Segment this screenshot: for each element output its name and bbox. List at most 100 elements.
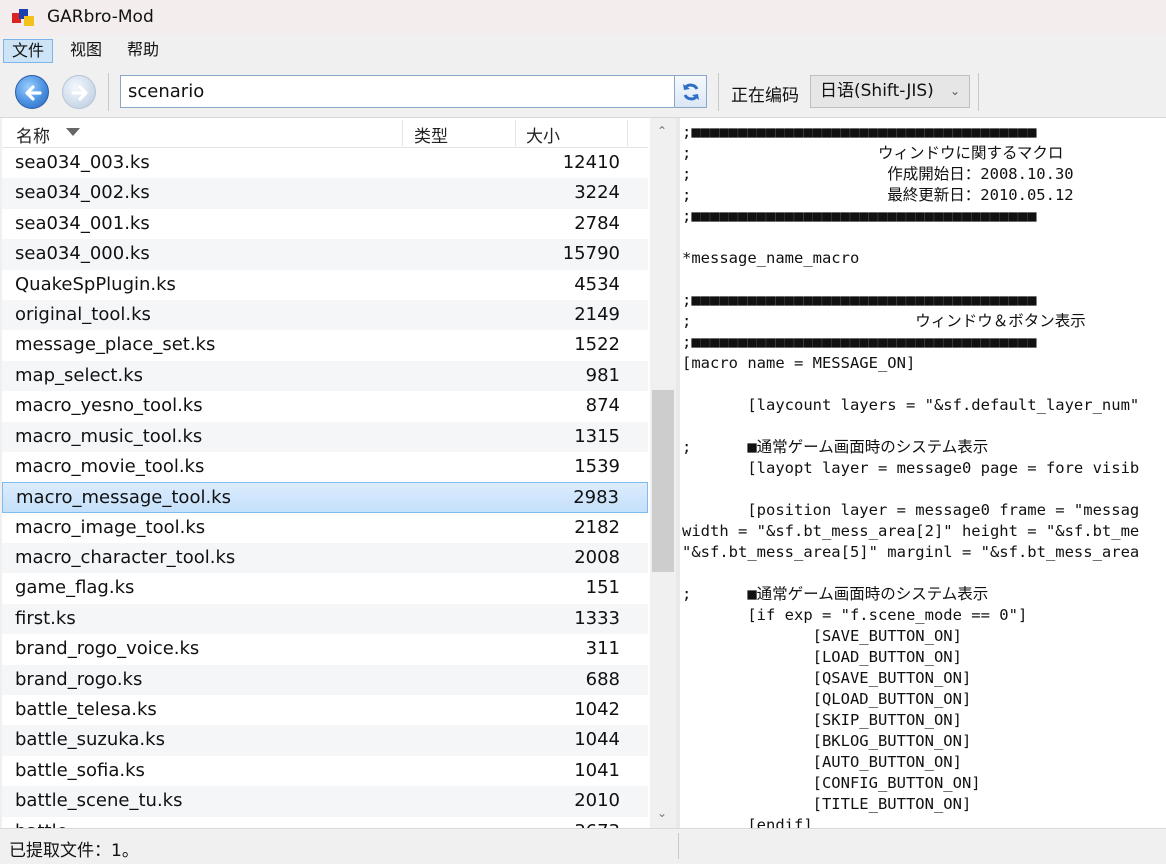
forward-button[interactable] <box>62 75 96 109</box>
sort-down-icon <box>66 128 80 136</box>
file-name: first.ks <box>15 607 76 629</box>
file-list-pane: 名称 类型 大小 sea034_003.ks 12410 sea034_002.ks… <box>2 118 676 828</box>
file-row[interactable]: battle_... 3673 <box>2 816 648 828</box>
file-row[interactable]: map_select.ks 981 <box>2 360 648 392</box>
file-size: 4534 <box>574 273 620 295</box>
file-size: 2983 <box>573 487 619 509</box>
file-size: 1042 <box>574 699 620 721</box>
file-row[interactable]: battle_scene_tu.ks 2010 <box>2 786 648 817</box>
file-name: macro_movie_tool.ks <box>15 455 205 477</box>
menu-bar: 文件 视图 帮助 <box>0 37 1166 65</box>
file-name: macro_yesno_tool.ks <box>15 395 203 417</box>
column-divider[interactable] <box>515 120 516 146</box>
file-row[interactable]: message_place_set.ks 1522 <box>2 330 648 361</box>
status-bar: 已提取文件：1。 <box>0 828 1166 864</box>
status-text: 已提取文件：1。 <box>9 841 139 861</box>
scroll-up-icon[interactable]: ⌃ <box>657 124 667 138</box>
forward-arrow-icon <box>71 85 88 101</box>
file-name: battle_telesa.ks <box>15 699 157 721</box>
column-divider[interactable] <box>402 120 403 146</box>
file-row[interactable]: battle_sofia.ks 1041 <box>2 755 648 787</box>
file-list-scrollbar[interactable]: ⌃ ⌄ <box>650 118 676 828</box>
encoding-label: 正在编码 <box>731 86 799 106</box>
file-row[interactable]: macro_yesno_tool.ks 874 <box>2 391 648 422</box>
file-row[interactable]: sea034_001.ks 2784 <box>2 208 648 240</box>
file-name: macro_music_tool.ks <box>15 425 203 447</box>
file-row[interactable]: game_flag.ks 151 <box>2 573 648 604</box>
file-row[interactable]: sea034_003.ks 12410 <box>2 148 648 179</box>
menu-help[interactable]: 帮助 <box>119 39 167 63</box>
file-row[interactable]: sea034_002.ks 3224 <box>2 178 648 209</box>
column-type-header[interactable]: 类型 <box>414 122 448 147</box>
file-size: 2149 <box>574 303 620 325</box>
file-row[interactable]: brand_rogo_voice.ks 311 <box>2 634 648 665</box>
file-name: battle_... <box>15 817 94 828</box>
file-name: sea034_003.ks <box>15 152 150 173</box>
file-name: map_select.ks <box>15 364 143 386</box>
file-size: 2010 <box>574 790 620 812</box>
back-arrow-icon <box>25 85 42 101</box>
file-name: brand_rogo_voice.ks <box>15 638 200 660</box>
file-name: original_tool.ks <box>15 303 151 325</box>
file-size: 3673 <box>574 817 620 828</box>
file-size: 3224 <box>574 182 620 204</box>
file-name: message_place_set.ks <box>15 334 216 356</box>
file-size: 874 <box>585 395 620 417</box>
file-size: 1333 <box>574 607 620 629</box>
file-row[interactable]: macro_image_tool.ks 2182 <box>2 512 648 544</box>
file-row[interactable]: QuakeSpPlugin.ks 4534 <box>2 269 648 300</box>
app-logo-icon <box>12 9 36 27</box>
window-title: GARbro-Mod <box>47 7 154 27</box>
file-row[interactable]: first.ks 1333 <box>2 603 648 635</box>
file-name: sea034_002.ks <box>15 182 150 204</box>
file-name: battle_suzuka.ks <box>15 729 165 751</box>
file-row[interactable]: macro_character_tool.ks 2008 <box>2 543 648 574</box>
chevron-down-icon: ⌄ <box>949 84 960 98</box>
menu-file[interactable]: 文件 <box>3 39 54 63</box>
refresh-button[interactable] <box>674 76 706 107</box>
column-divider[interactable] <box>627 120 628 146</box>
path-input[interactable] <box>121 76 674 107</box>
toolbar: 正在编码 日语(Shift-JIS) ⌄ <box>0 65 1166 118</box>
column-name-header[interactable]: 名称 <box>16 122 50 147</box>
back-button[interactable] <box>15 75 49 109</box>
refresh-icon <box>683 83 699 101</box>
menu-view[interactable]: 视图 <box>62 39 110 63</box>
column-size-header[interactable]: 大小 <box>526 122 560 147</box>
text-preview-pane: ;■■■■■■■■■■■■■■■■■■■■■■■■■■■■■■■■■■■■■ ;… <box>680 118 1166 828</box>
file-name: battle_scene_tu.ks <box>15 790 183 812</box>
file-size: 2008 <box>574 547 620 569</box>
scroll-down-icon[interactable]: ⌄ <box>657 806 667 820</box>
file-row[interactable]: brand_rogo.ks 688 <box>2 664 648 696</box>
file-size: 15790 <box>562 243 620 265</box>
file-size: 2784 <box>574 212 620 234</box>
file-size: 1315 <box>574 425 620 447</box>
file-list-header: 名称 类型 大小 <box>2 118 648 148</box>
status-divider <box>678 833 679 859</box>
encoding-value: 日语(Shift-JIS) <box>820 81 934 101</box>
file-size: 151 <box>585 577 620 599</box>
file-name: QuakeSpPlugin.ks <box>15 273 176 295</box>
file-size: 1539 <box>574 455 620 477</box>
file-name: brand_rogo.ks <box>15 668 143 690</box>
scrollbar-thumb[interactable] <box>652 390 674 572</box>
file-size: 981 <box>585 364 620 386</box>
file-row[interactable]: macro_music_tool.ks 1315 <box>2 421 648 452</box>
preview-text: ;■■■■■■■■■■■■■■■■■■■■■■■■■■■■■■■■■■■■■ ;… <box>682 123 1140 828</box>
file-row[interactable]: macro_message_tool.ks 2983 <box>2 482 648 513</box>
file-row[interactable]: macro_movie_tool.ks 1539 <box>2 451 648 483</box>
file-size: 2182 <box>574 516 620 538</box>
file-name: sea034_001.ks <box>15 212 150 234</box>
title-bar: GARbro-Mod <box>0 0 1166 36</box>
file-row[interactable]: battle_telesa.ks 1042 <box>2 695 648 726</box>
file-size: 311 <box>585 638 620 660</box>
file-size: 688 <box>585 668 620 690</box>
file-row[interactable]: battle_suzuka.ks 1044 <box>2 725 648 756</box>
file-row[interactable]: sea034_000.ks 15790 <box>2 239 648 270</box>
file-name: sea034_000.ks <box>15 243 150 265</box>
file-size: 12410 <box>562 152 620 173</box>
encoding-select[interactable]: 日语(Shift-JIS) ⌄ <box>810 75 970 108</box>
file-name: battle_sofia.ks <box>15 759 145 781</box>
file-name: game_flag.ks <box>15 577 135 599</box>
file-row[interactable]: original_tool.ks 2149 <box>2 299 648 331</box>
